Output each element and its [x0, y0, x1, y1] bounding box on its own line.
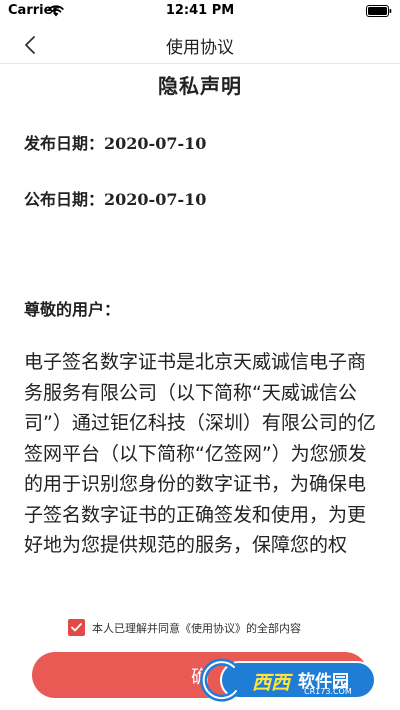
issue-date-label: 发布日期： [24, 134, 105, 153]
publish-date-label: 公布日期： [24, 190, 105, 209]
issue-date-value: 2020-07-10 [104, 134, 207, 153]
status-time: 12:41 PM [165, 3, 235, 18]
greeting: 尊敬的用户： [24, 300, 121, 319]
battery-icon [366, 5, 392, 17]
agreement-checkbox[interactable] [68, 619, 85, 636]
publish-date: 公布日期：2020-07-10 [24, 186, 206, 210]
publish-date-value: 2020-07-10 [104, 190, 207, 209]
watermark: 西西 软件园 CR173.COM [196, 657, 376, 703]
issue-date: 发布日期：2020-07-10 [24, 130, 206, 154]
agreement-text: 本人已理解并同意《使用协议》的全部内容 [92, 622, 301, 635]
page-title: 使用协议 [166, 38, 234, 58]
agreement-content[interactable]: 隐私声明 发布日期：2020-07-10 公布日期：2020-07-10 尊敬的… [0, 64, 400, 608]
checkmark-icon [71, 623, 82, 632]
watermark-brand: 西西 [252, 672, 291, 694]
status-bar: Carrier 12:41 PM [0, 0, 400, 24]
navigation-bar: 使用协议 [0, 24, 400, 64]
document-body: 电子签名数字证书是北京天威诚信电子商务服务有限公司（以下简称“天威诚信公司”）通… [24, 351, 376, 556]
watermark-url: CR173.COM [304, 687, 352, 696]
document-title: 隐私声明 [158, 74, 242, 98]
content-fade [0, 578, 400, 608]
watermark-logo-icon [200, 658, 240, 702]
